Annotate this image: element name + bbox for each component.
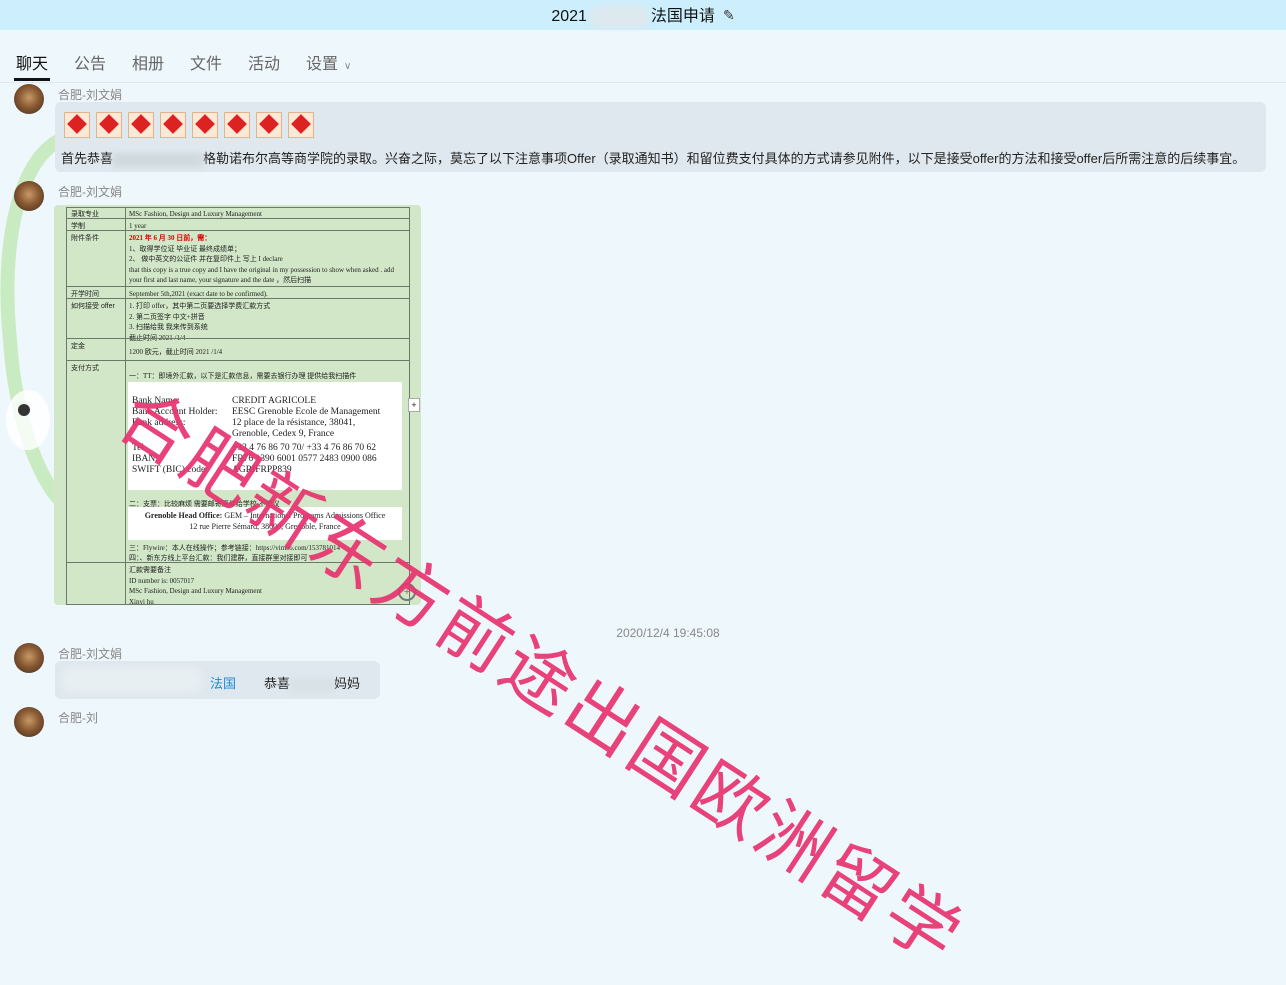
table-row: 如何接受 offer 1. 打印 offer，其中第二页要选择学费汇款方式 2. … [67,298,409,342]
fu-sticker-icon [128,112,154,138]
mention-link[interactable]: 法国 [210,673,236,692]
fu-sticker-icon [256,112,282,138]
edit-icon[interactable]: ✎ [723,7,735,24]
fu-sticker-icon [64,112,90,138]
fu-sticker-icon [96,112,122,138]
redacted-blur [62,668,202,692]
sender-name: 合肥-刘文娟 [58,647,122,661]
sender-name: 合肥-刘 [58,711,98,725]
background-decoration [0,133,60,505]
sender-name: 合肥-刘文娟 [58,185,122,199]
table-row: 录取专业 MSc Fashion, Design and Luxury Manag… [71,210,262,218]
tab-files[interactable]: 文件 [190,50,222,74]
avatar[interactable] [14,643,44,673]
group-title[interactable]: 2021 法国申请 [551,2,715,28]
sender-name: 合肥-刘文娟 [58,88,122,102]
fu-sticker-icon [224,112,250,138]
table-row: 附件条件 2021 年 6 月 30 日前，需： 1、取得学位证 毕业证 最终成绩… [67,230,409,287]
fu-sticker-icon [192,112,218,138]
table-row: 定金 1200 欧元，截止时间 2021 /1/4 [67,338,409,361]
title-bar: 2021 法国申请 ✎ [0,0,1286,30]
avatar[interactable] [14,84,44,114]
tab-announcement[interactable]: 公告 [74,50,106,74]
tab-settings[interactable]: 设置 ∨ [306,50,351,74]
fu-sticker-icon [288,112,314,138]
tab-album[interactable]: 相册 [132,50,164,74]
avatar[interactable] [14,181,44,211]
fu-sticker-icon [160,112,186,138]
sticker-row [64,112,314,138]
redacted-blur [588,5,649,28]
avatar[interactable] [14,707,44,737]
message-timestamp: 2020/12/4 19:45:08 [616,626,720,640]
expand-icon[interactable]: + [408,398,420,412]
message-text: 恭喜 妈妈 [264,676,361,692]
tab-bar: 聊天 公告 相册 文件 活动 设置 ∨ [0,36,1286,83]
tab-activity[interactable]: 活动 [248,50,280,74]
chevron-down-icon: ∨ [344,61,352,72]
active-tab-indicator [14,78,50,81]
message-text: 首先恭喜 格勒诺布尔高等商学院的录取。兴奋之际，莫忘了以下注意事项Offer（录取… [61,151,1246,167]
tab-chat[interactable]: 聊天 [16,50,48,74]
